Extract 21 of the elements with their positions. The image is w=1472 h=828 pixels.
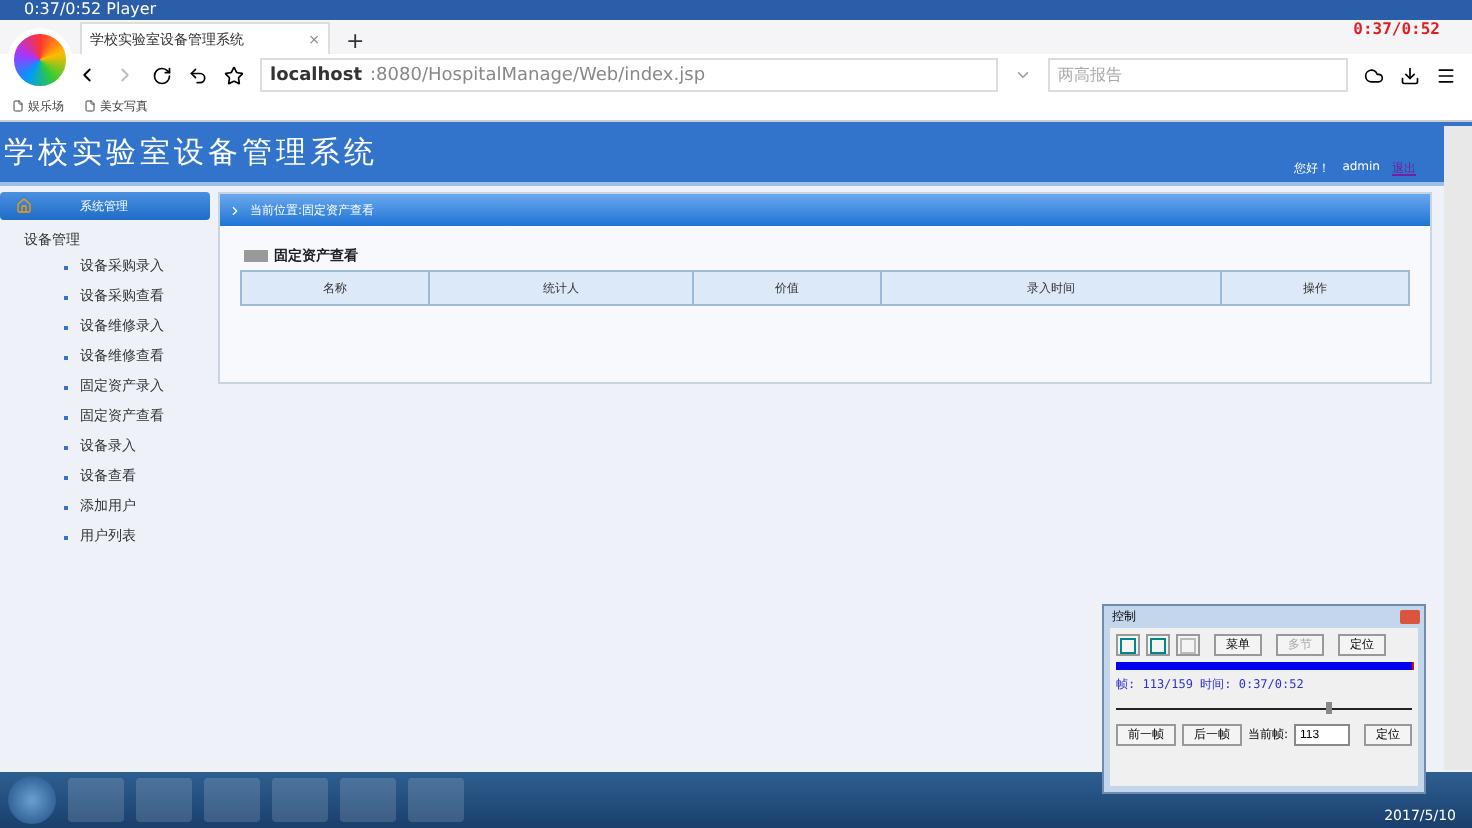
star-icon[interactable]	[224, 65, 244, 85]
app-title: 学校实验室设备管理系统	[4, 133, 378, 171]
table-icon	[244, 250, 268, 262]
time-overlay: 0:37/0:52	[1353, 20, 1440, 38]
download-icon[interactable]	[1400, 65, 1420, 85]
home-icon	[16, 198, 32, 214]
cloud-icon[interactable]	[1364, 65, 1384, 85]
chevron-icon	[228, 203, 242, 217]
player-title: 0:37/0:52 Player	[22, 0, 157, 20]
control-icon-button[interactable]	[1116, 634, 1140, 656]
menu-icon[interactable]	[1436, 65, 1456, 85]
chevron-down-icon[interactable]	[1014, 66, 1032, 84]
address-field[interactable]: localhost :8080/HospitalManage/Web/index.jsp	[260, 58, 998, 92]
undo-icon[interactable]	[188, 65, 208, 85]
control-icon-button[interactable]	[1146, 634, 1170, 656]
file-icon	[12, 100, 24, 112]
start-button[interactable]	[8, 776, 56, 824]
reload-icon[interactable]	[152, 65, 172, 85]
new-tab-button[interactable]: +	[338, 28, 373, 54]
file-icon	[84, 100, 96, 112]
slider-thumb[interactable]	[1326, 702, 1333, 714]
